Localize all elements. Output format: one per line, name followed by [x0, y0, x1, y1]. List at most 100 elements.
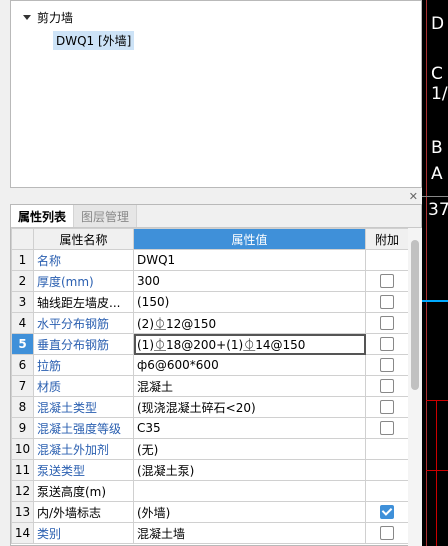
property-value[interactable]: (外墙)	[133, 501, 366, 523]
extra-cell	[365, 270, 409, 292]
cad-line	[436, 400, 437, 546]
cad-line	[422, 196, 448, 197]
extra-cell	[365, 354, 409, 376]
axis-label-c: C	[431, 64, 443, 84]
extra-cell	[365, 333, 409, 355]
property-value[interactable]: C35	[133, 417, 366, 439]
tab-layer-management[interactable]: 图层管理	[74, 205, 138, 227]
row-number[interactable]: 7	[11, 375, 34, 397]
extra-checkbox[interactable]	[380, 421, 394, 435]
cad-line	[426, 0, 427, 546]
row-number[interactable]: 10	[11, 438, 34, 460]
property-name: 内/外墙标志	[33, 501, 134, 523]
extra-checkbox[interactable]	[380, 337, 394, 351]
row-number[interactable]: 14	[11, 522, 34, 544]
extra-checkbox[interactable]	[380, 316, 394, 330]
cad-canvas[interactable]: D C 1/B B A 37	[422, 0, 448, 546]
axis-label-b: B	[431, 138, 443, 158]
column-header-extra[interactable]: 附加	[365, 228, 409, 250]
table-row[interactable]: 12 泵送高度(m)	[11, 480, 409, 502]
property-name: 泵送高度(m)	[33, 480, 134, 502]
property-value[interactable]: 300	[133, 270, 366, 292]
cad-line	[426, 400, 448, 401]
extra-checkbox[interactable]	[380, 526, 394, 540]
property-name: 类别	[33, 522, 134, 544]
property-value[interactable]: (1)⏂18@200+(1)⏂14@150	[133, 333, 366, 355]
table-row[interactable]: 1 名称 DWQ1	[11, 249, 409, 271]
extra-cell	[365, 291, 409, 313]
tab-property-list[interactable]: 属性列表	[11, 205, 75, 227]
row-number[interactable]: 11	[11, 459, 34, 481]
property-value[interactable]: (150)	[133, 291, 366, 313]
column-header-name[interactable]: 属性名称	[33, 228, 134, 250]
property-value[interactable]: (现浇混凝土碎石<20)	[133, 396, 366, 418]
extra-checkbox[interactable]	[380, 274, 394, 288]
column-header-value[interactable]: 属性值	[133, 228, 366, 250]
extra-checkbox[interactable]	[380, 358, 394, 372]
row-number[interactable]: 1	[11, 249, 34, 271]
axis-label-1b: 1/B	[431, 84, 448, 104]
table-row[interactable]: 2 厚度(mm) 300	[11, 270, 409, 292]
extra-cell	[365, 438, 409, 460]
property-value[interactable]: (混凝土泵)	[133, 459, 366, 481]
table-row[interactable]: 13 内/外墙标志 (外墙)	[11, 501, 409, 523]
cad-line	[422, 300, 448, 302]
row-number[interactable]: 8	[11, 396, 34, 418]
property-value[interactable]: ф6@600*600	[133, 354, 366, 376]
axis-label-d: D	[431, 14, 445, 34]
row-number[interactable]: 12	[11, 480, 34, 502]
row-number[interactable]: 6	[11, 354, 34, 376]
extra-cell	[365, 459, 409, 481]
property-value[interactable]: (2)⏂12@150	[133, 312, 366, 334]
property-name: 混凝土强度等级	[33, 417, 134, 439]
property-name: 垂直分布钢筋	[33, 333, 134, 355]
table-row[interactable]: 8 混凝土类型 (现浇混凝土碎石<20)	[11, 396, 409, 418]
extra-cell	[365, 501, 409, 523]
panel-tabs: 属性列表 图层管理	[11, 205, 421, 228]
tree-node-label: 剪力墙	[37, 11, 74, 25]
table-row[interactable]: 14 类别 混凝土墙	[11, 522, 409, 544]
property-value[interactable]: 混凝土	[133, 375, 366, 397]
table-row[interactable]: 5 垂直分布钢筋 (1)⏂18@200+(1)⏂14@150	[11, 333, 409, 355]
property-value[interactable]: 混凝土墙	[133, 522, 366, 544]
extra-cell	[365, 396, 409, 418]
vertical-scrollbar[interactable]	[408, 228, 422, 546]
table-row[interactable]: 4 水平分布钢筋 (2)⏂12@150	[11, 312, 409, 334]
property-name: 水平分布钢筋	[33, 312, 134, 334]
property-value[interactable]	[133, 480, 366, 502]
expand-triangle-icon[interactable]	[23, 15, 31, 20]
scrollbar-thumb[interactable]	[411, 240, 419, 390]
table-row[interactable]: 7 材质 混凝土	[11, 375, 409, 397]
table-row[interactable]: 9 混凝土强度等级 C35	[11, 417, 409, 439]
row-number[interactable]: 3	[11, 291, 34, 313]
property-name: 混凝土类型	[33, 396, 134, 418]
property-name: 泵送类型	[33, 459, 134, 481]
close-icon[interactable]: ✕	[409, 190, 418, 203]
row-number[interactable]: 2	[11, 270, 34, 292]
row-number[interactable]: 13	[11, 501, 34, 523]
extra-cell	[365, 522, 409, 544]
extra-checkbox[interactable]	[380, 400, 394, 414]
column-header-num	[11, 228, 34, 250]
tree-node-shear-wall[interactable]: 剪力墙	[23, 9, 73, 26]
table-row[interactable]: 6 拉筋 ф6@600*600	[11, 354, 409, 376]
property-name: 材质	[33, 375, 134, 397]
row-number[interactable]: 9	[11, 417, 34, 439]
row-number[interactable]: 4	[11, 312, 34, 334]
property-table: 属性名称 属性值 附加 1 名称 DWQ1 2 厚度(mm) 300 3 轴线距左墙皮...(…	[11, 228, 409, 544]
table-row[interactable]: 11 泵送类型 (混凝土泵)	[11, 459, 409, 481]
extra-checkbox[interactable]	[380, 295, 394, 309]
property-name: 轴线距左墙皮...	[33, 291, 134, 313]
extra-cell	[365, 249, 409, 271]
extra-checkbox[interactable]	[380, 379, 394, 393]
table-row[interactable]: 10 混凝土外加剂 (无)	[11, 438, 409, 460]
property-value[interactable]: DWQ1	[133, 249, 366, 271]
extra-cell	[365, 417, 409, 439]
row-number[interactable]: 5	[11, 333, 34, 355]
tree-item-dwq1[interactable]: DWQ1 [外墙]	[53, 31, 135, 50]
table-row[interactable]: 3 轴线距左墙皮... (150)	[11, 291, 409, 313]
property-name: 厚度(mm)	[33, 270, 134, 292]
property-value[interactable]: (无)	[133, 438, 366, 460]
extra-checkbox[interactable]	[380, 505, 394, 519]
panel-splitter[interactable]: ✕	[10, 190, 422, 203]
